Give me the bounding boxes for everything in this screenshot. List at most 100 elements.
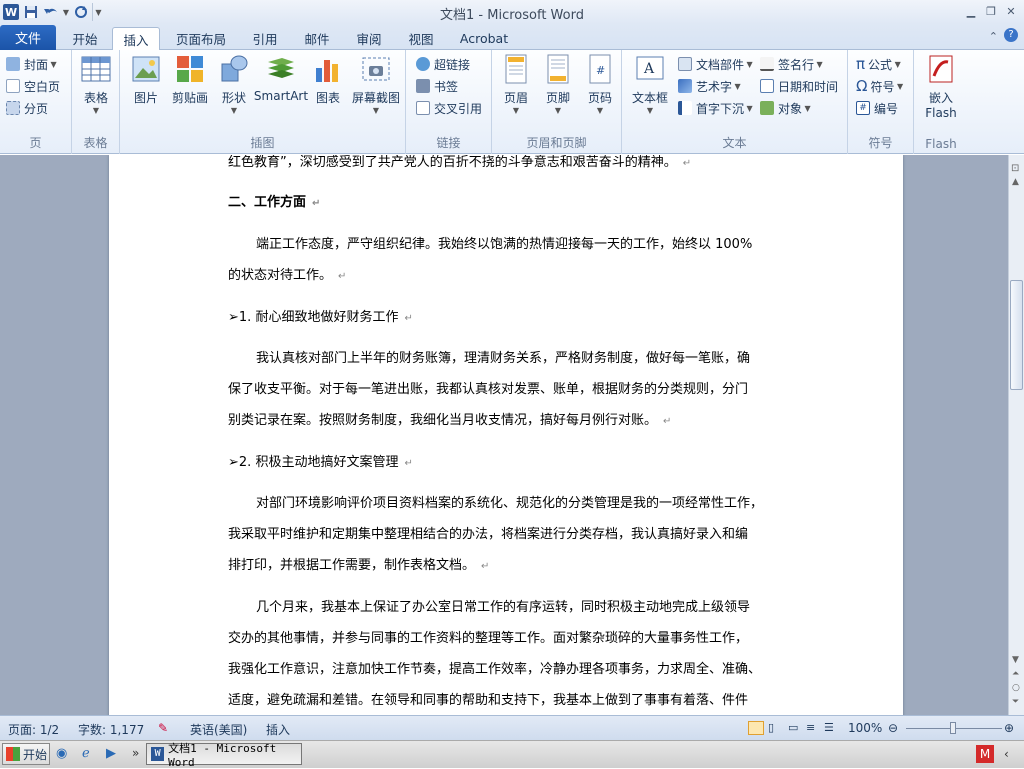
outline-view-icon[interactable]: ≡	[806, 721, 815, 734]
next-page-icon[interactable]: ⏷	[1012, 697, 1019, 707]
print-layout-icon[interactable]	[748, 721, 764, 735]
paragraph-summary-line4[interactable]: 适度，避免疏漏和差错。在领导和同事的帮助和支持下，我基本上做到了事事有着落、件件	[228, 685, 793, 715]
textbox-button[interactable]: A 文本框 ▼	[628, 54, 672, 115]
picture-button[interactable]: 图片	[124, 54, 168, 106]
blank-page-button[interactable]: 空白页	[6, 76, 60, 96]
group-label-symbols: 符号	[868, 136, 893, 150]
zoom-slider-handle[interactable]	[950, 722, 956, 734]
embed-flash-button[interactable]: 嵌入 Flash	[919, 54, 963, 120]
header-button[interactable]: 页眉 ▼	[494, 54, 538, 115]
paragraph-attitude-line2[interactable]: 的状态对待工作。 ↵	[228, 260, 793, 292]
tab-acrobat[interactable]: Acrobat	[452, 27, 516, 50]
tab-page-layout[interactable]: 页面布局	[168, 27, 234, 50]
ruler-toggle-icon[interactable]: ⊡	[1011, 163, 1019, 174]
draft-view-icon[interactable]: ☰	[824, 721, 834, 734]
previous-page-icon[interactable]: ⏶	[1012, 669, 1019, 679]
word-count[interactable]: 字数: 1,177	[78, 721, 144, 738]
paragraph-summary[interactable]: 几个月来，我基本上保证了办公室日常工作的有序运转，同时积极主动地完成上级领导	[228, 592, 793, 623]
tray-expand-icon[interactable]: ‹	[1004, 747, 1009, 761]
tab-review[interactable]: 审阅	[348, 27, 390, 50]
page-number-icon: #	[589, 54, 611, 84]
start-button[interactable]: 开始	[2, 743, 50, 765]
web-layout-icon[interactable]: ▭	[788, 721, 798, 734]
paragraph-documents-line3[interactable]: 排打印，并根据工作需要，制作表格文档。 ↵	[228, 550, 793, 582]
paragraph-cut-line[interactable]: 红色教育”，深切感受到了共产党人的百折不挠的斗争意志和艰苦奋斗的精神。 ↵	[228, 155, 793, 179]
pi-icon: π	[856, 55, 866, 73]
group-links: 超链接 书签 交叉引用 链接	[406, 50, 492, 154]
scrollbar-thumb[interactable]	[1010, 280, 1023, 390]
quick-parts-button[interactable]: 文档部件 ▼	[678, 54, 753, 74]
full-screen-reading-icon[interactable]: ▯	[768, 721, 774, 734]
paragraph-attitude[interactable]: 端正工作态度，严守组织纪律。我始终以饱满的热情迎接每一天的工作，始终以 100%	[228, 229, 793, 260]
table-icon	[81, 56, 111, 82]
minimize-ribbon-icon[interactable]: ⌃	[989, 30, 998, 43]
scroll-up-icon[interactable]: ▲	[1012, 177, 1019, 187]
object-button[interactable]: 对象 ▼	[760, 98, 811, 118]
media-icon[interactable]: ▶	[106, 746, 116, 761]
vertical-scrollbar[interactable]: ⊡ ▲ ▼ ⏶ ○ ⏷	[1008, 155, 1024, 715]
zoom-level[interactable]: 100%	[848, 721, 882, 735]
group-label-tables: 表格	[83, 136, 108, 150]
paragraph-summary-line3[interactable]: 我强化工作意识，注意加快工作节奏，提高工作效率，冷静办理各项事务，力求周全、准确…	[228, 654, 793, 685]
help-icon[interactable]: ?	[1004, 28, 1018, 42]
group-text: A 文本框 ▼ 文档部件 ▼ 艺术字 ▼ 首字下沉 ▼ 签名行 ▼ 日期和时间 对…	[622, 50, 848, 154]
tab-view[interactable]: 视图	[400, 27, 442, 50]
paragraph-documents-line2[interactable]: 我采取平时维护和定期集中整理相结合的办法，将档案进行分类存档，我认真搞好录入和编	[228, 519, 793, 550]
paragraph-summary-line2[interactable]: 交办的其他事情，并参与同事的工作资料的整理等工作。面对繁杂琐碎的大量事务性工作，	[228, 623, 793, 654]
paragraph-finance[interactable]: 我认真核对部门上半年的财务账簿，理清财务关系，严格财务制度，做好每一笔账，确	[228, 343, 793, 374]
wordart-button[interactable]: 艺术字 ▼	[678, 76, 741, 96]
document-page[interactable]: 红色教育”，深切感受到了共产党人的百折不挠的斗争意志和艰苦奋斗的精神。 ↵ 二、工…	[109, 155, 903, 715]
cover-page-button[interactable]: 封面 ▼	[6, 54, 57, 74]
taskbar-word-window[interactable]: W 文档1 - Microsoft Word	[146, 742, 302, 769]
zoom-out-icon[interactable]: ⊖	[888, 721, 898, 735]
footer-button[interactable]: 页脚 ▼	[536, 54, 580, 115]
signature-line-button[interactable]: 签名行 ▼	[760, 54, 823, 74]
subheading-documents[interactable]: ➢2. 积极主动地搞好文案管理 ↵	[228, 447, 793, 479]
page-count[interactable]: 页面: 1/2	[8, 721, 59, 738]
paragraph-finance-line2[interactable]: 保了收支平衡。对于每一笔进出账，我都认真核对发票、账单，根据财务的分类规则，分门	[228, 374, 793, 405]
tab-home[interactable]: 开始	[62, 27, 108, 50]
clipart-button[interactable]: 剪贴画	[168, 54, 212, 106]
minimize-icon[interactable]: ▁	[962, 3, 980, 19]
tab-file[interactable]: 文件	[0, 25, 56, 50]
close-icon[interactable]: ✕	[1002, 3, 1020, 19]
heading-work[interactable]: 二、工作方面 ↵	[228, 187, 793, 219]
shapes-button[interactable]: 形状 ▼	[212, 54, 256, 115]
screenshot-button[interactable]: 屏幕截图 ▼	[350, 54, 402, 115]
page-break-button[interactable]: 分页	[6, 98, 48, 118]
show-desktop-icon[interactable]: ◉	[56, 746, 67, 761]
language-indicator[interactable]: 英语(美国)	[190, 721, 247, 738]
hyperlink-button[interactable]: 超链接	[416, 54, 470, 74]
symbol-button[interactable]: Ω 符号 ▼	[856, 76, 903, 96]
proofing-icon[interactable]: ✎	[158, 721, 168, 735]
document-area: 红色教育”，深切感受到了共产党人的百折不挠的斗争意志和艰苦奋斗的精神。 ↵ 二、工…	[0, 155, 1008, 715]
paragraph-documents[interactable]: 对部门环境影响评价项目资料档案的系统化、规范化的分类管理是我的一项经常性工作，	[228, 488, 793, 519]
cross-reference-button[interactable]: 交叉引用	[416, 98, 482, 118]
insert-mode-indicator[interactable]: 插入	[266, 721, 290, 738]
page-number-button[interactable]: # 页码 ▼	[578, 54, 622, 115]
scroll-down-icon[interactable]: ▼	[1012, 655, 1019, 665]
zoom-in-icon[interactable]: ⊕	[1004, 721, 1014, 735]
restore-icon[interactable]: ❐	[982, 3, 1000, 19]
drop-cap-button[interactable]: 首字下沉 ▼	[678, 98, 753, 118]
date-time-button[interactable]: 日期和时间	[760, 76, 838, 96]
ie-icon[interactable]: ℯ	[82, 746, 90, 761]
tray-app-icon[interactable]: M	[976, 745, 994, 763]
subheading-finance[interactable]: ➢1. 耐心细致地做好财务工作 ↵	[228, 302, 793, 334]
number-button[interactable]: # 编号	[856, 98, 898, 118]
clipart-icon	[177, 56, 203, 82]
chart-button[interactable]: 图表	[306, 54, 350, 106]
browse-object-icon[interactable]: ○	[1012, 683, 1020, 693]
table-button[interactable]: 表格 ▼	[74, 54, 118, 115]
signature-line-icon	[760, 57, 774, 71]
bookmark-button[interactable]: 书签	[416, 76, 458, 96]
tab-mailings[interactable]: 邮件	[296, 27, 338, 50]
paragraph-finance-line3[interactable]: 别类记录在案。按照财务制度，我细化当月收支情况，搞好每月例行对账。 ↵	[228, 405, 793, 437]
tab-insert[interactable]: 插入	[112, 27, 160, 51]
equation-button[interactable]: π 公式 ▼	[856, 54, 901, 74]
smartart-button[interactable]: SmartArt	[254, 54, 308, 103]
more-quicklaunch-icon[interactable]: »	[132, 746, 139, 760]
page-break-icon	[6, 101, 20, 115]
tab-references[interactable]: 引用	[244, 27, 286, 50]
omega-icon: Ω	[856, 77, 868, 95]
